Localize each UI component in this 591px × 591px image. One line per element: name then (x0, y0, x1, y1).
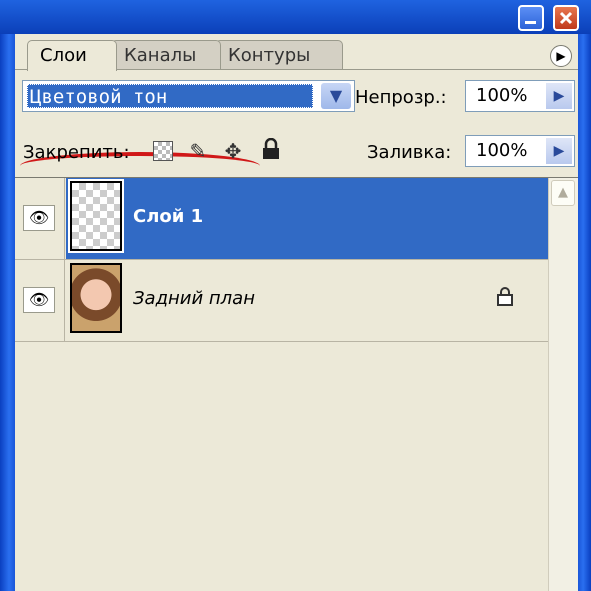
lock-move-icon: ✥ (224, 139, 242, 163)
layer-row[interactable]: 👁 Слой 1 (15, 178, 548, 260)
minimize-icon (525, 21, 536, 24)
close-icon (559, 11, 573, 25)
window-frame-left (0, 34, 15, 591)
eye-icon: 👁 (23, 287, 55, 313)
layer-lock-icon (496, 286, 514, 311)
layer-name[interactable]: Слой 1 (133, 206, 203, 227)
panel-tabs: Контуры Каналы Слои ▶ (15, 34, 578, 71)
lock-all-icon (263, 137, 279, 159)
visibility-toggle[interactable]: 👁 (15, 260, 65, 341)
lock-label: Закрепить: (23, 142, 130, 163)
layer-row-selected[interactable]: Слой 1 (66, 178, 548, 259)
scroll-up-icon[interactable]: ▲ (551, 180, 575, 206)
layer-row-background[interactable]: Задний план (66, 260, 548, 341)
lock-transparent-button[interactable] (150, 138, 176, 164)
blend-mode-value: Цветовой тон (27, 84, 313, 108)
opacity-slider-arrow-icon[interactable]: ▶ (546, 83, 572, 109)
blend-mode-select[interactable]: Цветовой тон ▼ (22, 80, 355, 112)
fill-slider-arrow-icon[interactable]: ▶ (546, 138, 572, 164)
opacity-field[interactable]: 100% ▶ (465, 80, 575, 112)
window-frame-right (578, 34, 591, 591)
tab-layers[interactable]: Слои (27, 40, 117, 71)
tab-layers-label: Слои (40, 45, 87, 66)
tab-paths[interactable]: Контуры (215, 40, 343, 70)
layer-thumbnail (68, 179, 124, 253)
close-button[interactable] (553, 5, 579, 31)
layer-name[interactable]: Задний план (133, 288, 255, 309)
layers-scrollbar[interactable]: ▲ (548, 178, 578, 591)
layer-thumbnail (70, 263, 122, 333)
fill-field[interactable]: 100% ▶ (465, 135, 575, 167)
layers-list: 👁 Слой 1 👁 Задний план (15, 178, 548, 591)
fill-label: Заливка: (367, 142, 452, 163)
panel-menu-button[interactable]: ▶ (550, 45, 572, 67)
tab-channels[interactable]: Каналы (111, 40, 221, 70)
tab-paths-label: Контуры (228, 45, 311, 66)
lock-all-button[interactable] (258, 137, 284, 164)
opacity-value: 100% (476, 85, 528, 106)
layer-row[interactable]: 👁 Задний план (15, 260, 548, 342)
chevron-down-icon[interactable]: ▼ (321, 83, 351, 109)
eye-icon: 👁 (23, 205, 55, 231)
lock-transparent-icon (153, 141, 173, 161)
lock-brush-button[interactable]: ✎ (185, 138, 211, 164)
minimize-button[interactable] (518, 5, 544, 31)
lock-move-button[interactable]: ✥ (220, 138, 246, 164)
opacity-label: Непрозр.: (355, 87, 447, 108)
flyout-menu-icon: ▶ (556, 49, 566, 63)
layers-panel: Контуры Каналы Слои ▶ Цветовой тон ▼ Неп… (15, 34, 578, 591)
fill-value: 100% (476, 140, 528, 161)
lock-brush-icon: ✎ (189, 139, 207, 163)
tab-channels-label: Каналы (124, 45, 197, 66)
visibility-toggle[interactable]: 👁 (15, 178, 65, 259)
window-titlebar (0, 0, 591, 34)
